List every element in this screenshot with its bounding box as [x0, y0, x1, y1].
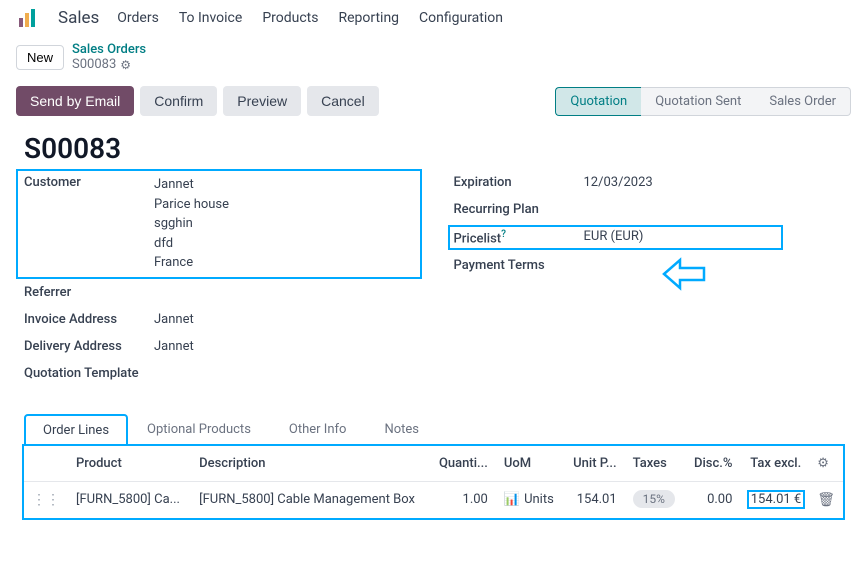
- pricelist-field: Pricelist? EUR (EUR): [454, 229, 844, 246]
- delivery-address-value[interactable]: Jannet: [154, 339, 414, 354]
- expiration-field: Expiration 12/03/2023: [454, 175, 844, 190]
- menu-reporting[interactable]: Reporting: [338, 10, 399, 26]
- invoice-address-label: Invoice Address: [24, 312, 154, 327]
- th-taxes[interactable]: Taxes: [625, 446, 685, 482]
- invoice-address-field: Invoice Address Jannet: [24, 312, 414, 327]
- record-title: S00083: [24, 132, 843, 165]
- th-product[interactable]: Product: [68, 446, 191, 482]
- status-sales-order[interactable]: Sales Order: [755, 87, 851, 116]
- table-settings-icon[interactable]: ⚙: [809, 446, 843, 482]
- breadcrumb-current: S00083 ⚙: [72, 57, 146, 72]
- expiration-label: Expiration: [454, 175, 584, 190]
- status-quotation[interactable]: Quotation: [555, 87, 641, 116]
- app-title[interactable]: Sales: [58, 8, 99, 28]
- customer-value[interactable]: Jannet Parice house sgghin dfd France: [154, 175, 414, 273]
- gear-icon[interactable]: ⚙: [120, 58, 131, 72]
- status-bar: Quotation Quotation Sent Sales Order: [555, 87, 851, 116]
- tabs: Order Lines Optional Products Other Info…: [24, 413, 843, 446]
- app-logo[interactable]: [16, 6, 40, 30]
- table-row[interactable]: ⋮⋮ [FURN_5800] Ca... [FURN_5800] Cable M…: [24, 481, 843, 518]
- status-quotation-sent[interactable]: Quotation Sent: [641, 87, 755, 116]
- preview-button[interactable]: Preview: [223, 86, 301, 116]
- pricelist-value[interactable]: EUR (EUR): [584, 229, 844, 244]
- cell-description[interactable]: [FURN_5800] Cable Management Box: [191, 481, 429, 518]
- th-unit-price[interactable]: Unit P...: [564, 446, 625, 482]
- quotation-template-field: Quotation Template: [24, 366, 414, 381]
- trash-icon[interactable]: 🗑: [817, 492, 835, 508]
- referrer-field: Referrer: [24, 285, 414, 300]
- confirm-button[interactable]: Confirm: [140, 86, 217, 116]
- breadcrumb-parent[interactable]: Sales Orders: [72, 42, 146, 57]
- customer-label: Customer: [24, 175, 154, 190]
- delivery-address-field: Delivery Address Jannet: [24, 339, 414, 354]
- recurring-plan-field: Recurring Plan: [454, 202, 844, 217]
- new-button[interactable]: New: [16, 45, 64, 70]
- th-discount[interactable]: Disc.%: [685, 446, 741, 482]
- tab-optional-products[interactable]: Optional Products: [128, 413, 270, 445]
- cell-unit-price[interactable]: 154.01: [564, 481, 625, 518]
- th-tax-excl[interactable]: Tax excl.: [740, 446, 809, 482]
- menu-orders[interactable]: Orders: [117, 10, 159, 26]
- delivery-address-label: Delivery Address: [24, 339, 154, 354]
- invoice-address-value[interactable]: Jannet: [154, 312, 414, 327]
- payment-terms-label: Payment Terms: [454, 258, 584, 273]
- cell-discount[interactable]: 0.00: [685, 481, 741, 518]
- menu-products[interactable]: Products: [262, 10, 318, 26]
- recurring-plan-label: Recurring Plan: [454, 202, 584, 217]
- breadcrumb: Sales Orders S00083 ⚙: [72, 42, 146, 72]
- th-quantity[interactable]: Quanti...: [429, 446, 496, 482]
- send-by-email-button[interactable]: Send by Email: [16, 86, 134, 116]
- th-uom[interactable]: UoM: [496, 446, 564, 482]
- expiration-value[interactable]: 12/03/2023: [584, 175, 844, 190]
- pricelist-label: Pricelist?: [454, 229, 584, 246]
- tab-order-lines[interactable]: Order Lines: [24, 414, 128, 446]
- cell-product[interactable]: [FURN_5800] Ca...: [68, 481, 191, 518]
- payment-terms-field: Payment Terms: [454, 258, 844, 273]
- cell-taxes[interactable]: 15%: [625, 481, 685, 518]
- cell-uom[interactable]: 📊Units: [496, 481, 564, 518]
- quotation-template-label: Quotation Template: [24, 366, 154, 381]
- drag-handle-icon[interactable]: ⋮⋮: [32, 492, 60, 508]
- referrer-label: Referrer: [24, 285, 154, 300]
- cell-tax-excl[interactable]: 154.01 €: [740, 481, 809, 518]
- chart-icon: 📊: [504, 492, 520, 507]
- th-description[interactable]: Description: [191, 446, 429, 482]
- customer-field: Customer Jannet Parice house sgghin dfd …: [24, 175, 414, 273]
- arrow-annotation-icon: [660, 254, 708, 298]
- menu-to-invoice[interactable]: To Invoice: [179, 10, 243, 26]
- tab-notes[interactable]: Notes: [365, 413, 438, 445]
- tab-other-info[interactable]: Other Info: [270, 413, 366, 445]
- cancel-button[interactable]: Cancel: [307, 86, 379, 116]
- order-lines-table: Product Description Quanti... UoM Unit P…: [24, 446, 843, 518]
- cell-quantity[interactable]: 1.00: [429, 481, 496, 518]
- menu-configuration[interactable]: Configuration: [419, 10, 503, 26]
- help-icon[interactable]: ?: [501, 229, 506, 240]
